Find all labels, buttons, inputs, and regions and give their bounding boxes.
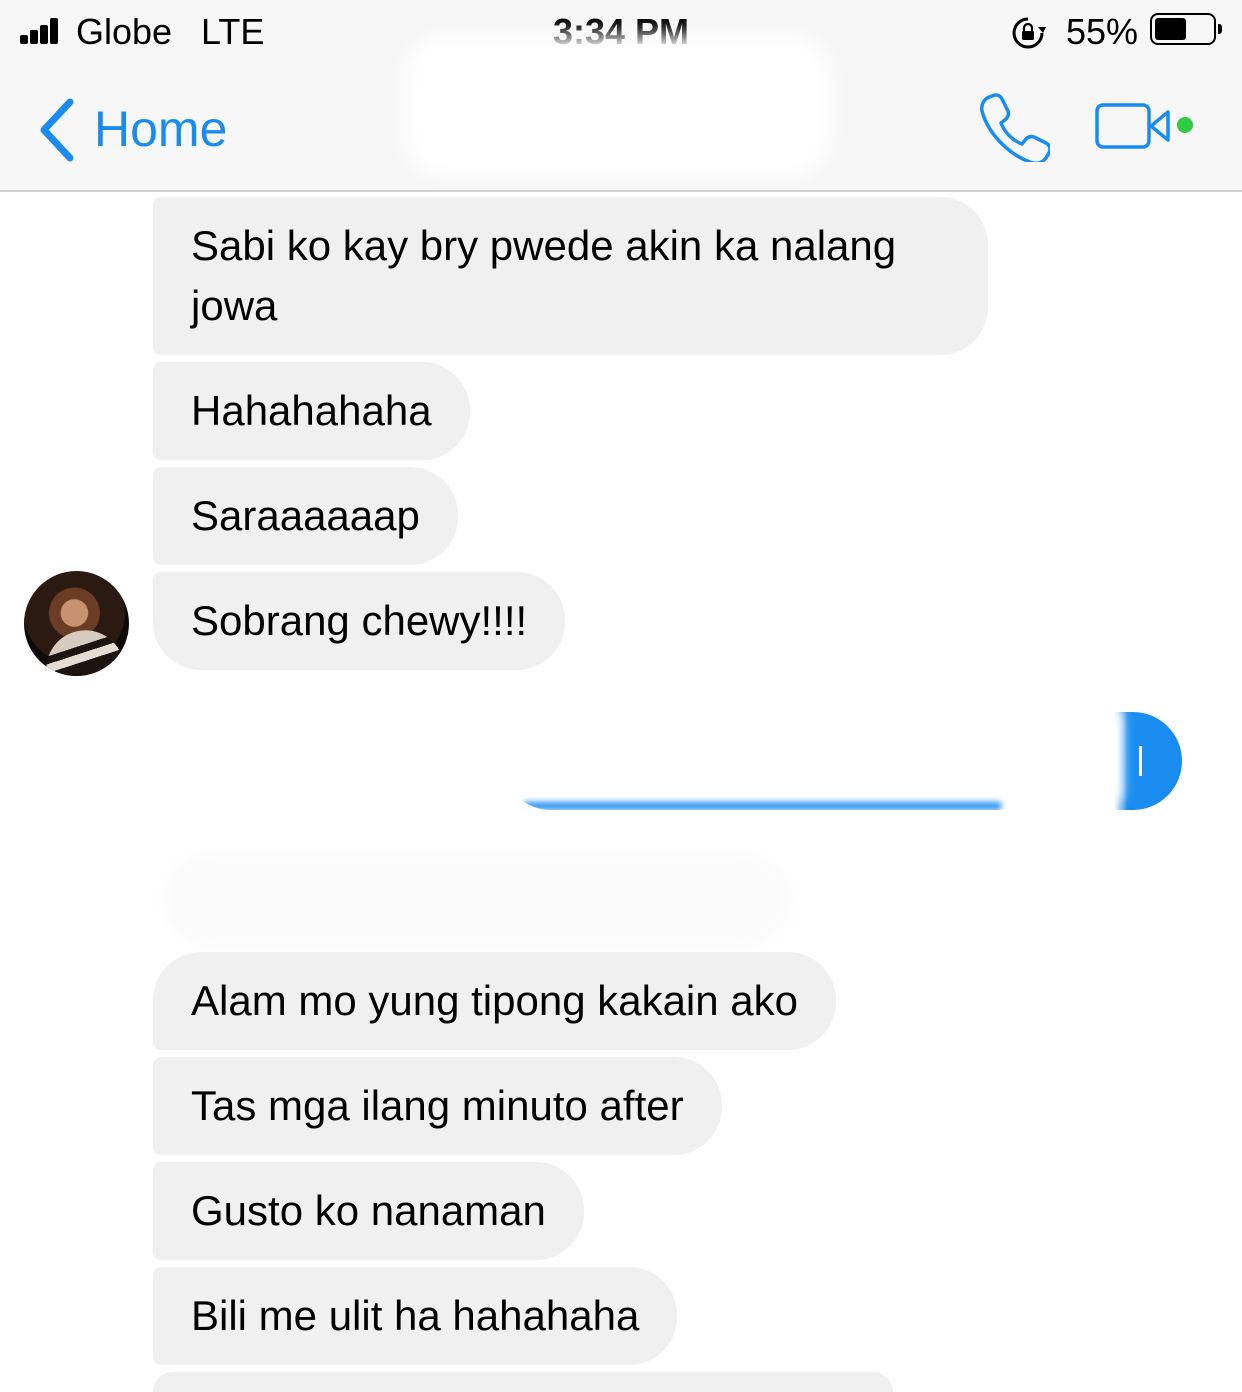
message-thread[interactable]: Sabi ko kay bry pwede akin ka nalang jow… xyxy=(0,192,1242,1392)
received-message[interactable]: Sabi ko kay bry pwede akin ka nalang jow… xyxy=(153,197,988,355)
received-message-partial[interactable] xyxy=(153,1372,893,1392)
battery-icon xyxy=(1150,13,1222,45)
received-message[interactable]: Alam mo yung tipong kakain ako xyxy=(153,952,837,1050)
sent-message-redacted[interactable] xyxy=(502,712,1182,810)
phone-icon[interactable] xyxy=(978,90,1050,162)
contact-avatar[interactable] xyxy=(24,571,129,676)
conversation-header: Home xyxy=(0,36,1242,192)
contact-name-redacted[interactable] xyxy=(405,36,830,176)
received-message[interactable]: Saraaaaaap xyxy=(153,467,458,565)
chevron-left-icon xyxy=(40,98,74,162)
battery-percent: 55% xyxy=(1066,11,1139,52)
received-message-redacted[interactable] xyxy=(165,852,790,947)
video-camera-icon[interactable] xyxy=(1094,100,1198,152)
back-label: Home xyxy=(94,101,228,157)
received-message[interactable]: Bili me ulit ha hahahaha xyxy=(153,1267,678,1365)
rotation-lock-icon xyxy=(1012,17,1046,49)
battery-level-fill xyxy=(1155,18,1186,40)
back-button[interactable]: Home xyxy=(36,94,276,164)
received-message[interactable]: Sobrang chewy!!!! xyxy=(153,572,566,670)
received-message[interactable]: Gusto ko nanaman xyxy=(153,1162,584,1260)
received-message[interactable]: Tas mga ilang minuto after xyxy=(153,1057,722,1155)
received-message[interactable]: Hahahahaha xyxy=(153,362,470,460)
